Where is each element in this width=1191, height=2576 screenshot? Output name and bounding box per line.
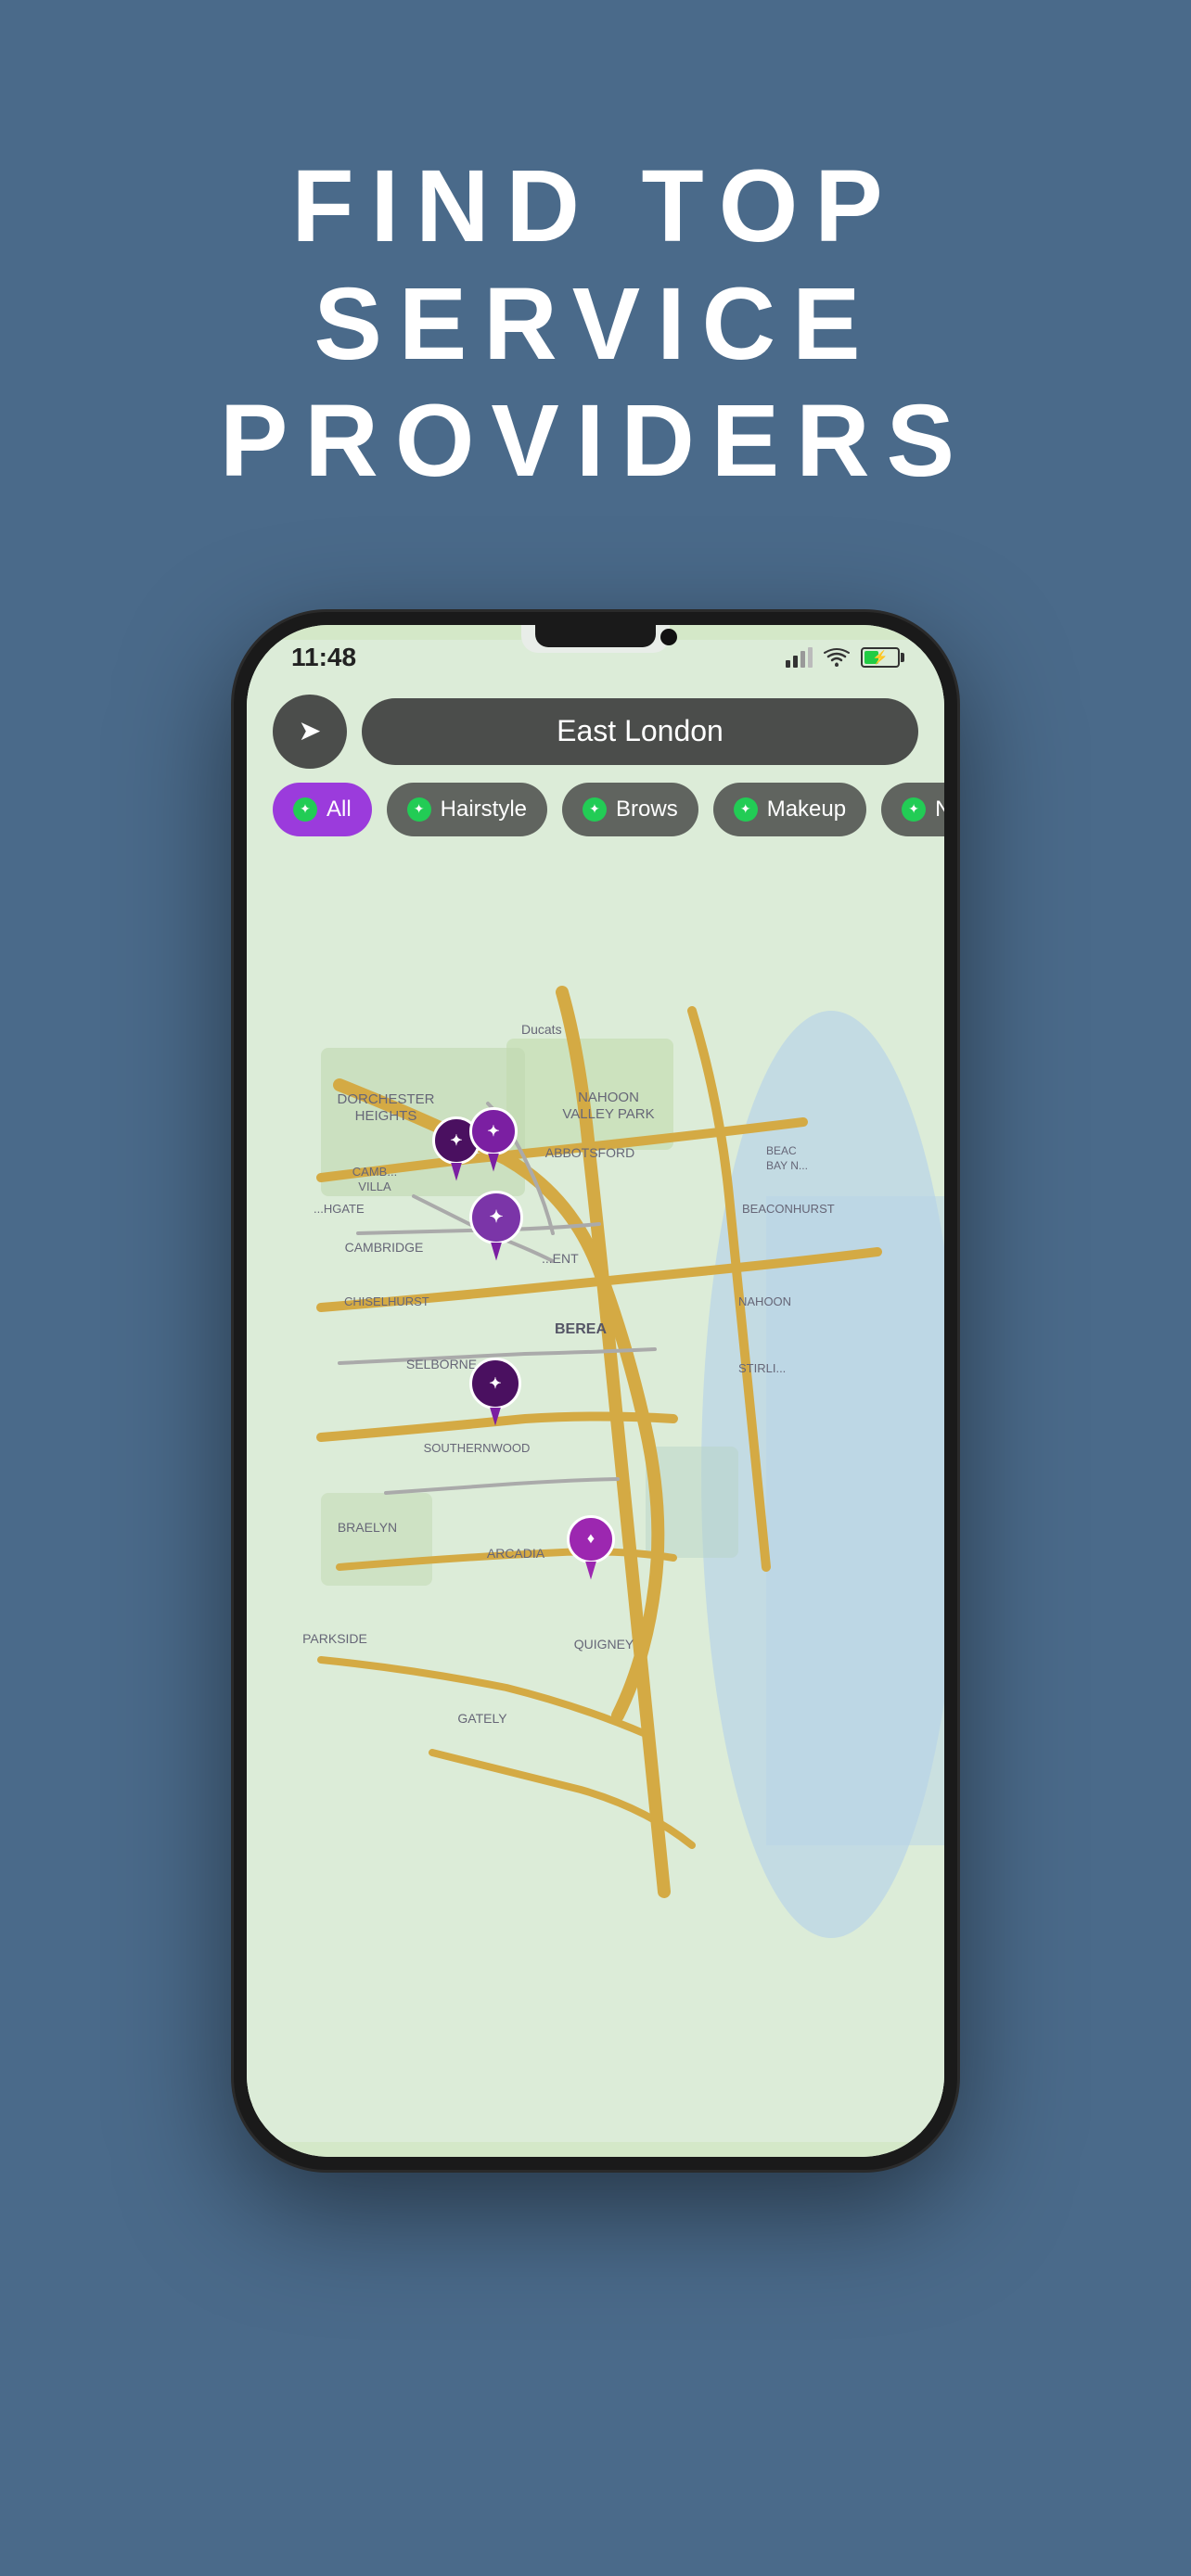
status-icons: ⚡ <box>786 647 900 668</box>
filter-chip-nails[interactable]: ✦ Na... <box>881 783 944 836</box>
svg-text:BRAELYN: BRAELYN <box>338 1520 397 1535</box>
svg-text:GATELY: GATELY <box>457 1711 507 1726</box>
hero-title-line1: FIND TOP <box>291 149 899 263</box>
map-marker-3[interactable]: ✦ <box>469 1191 523 1261</box>
svg-text:BEREA: BEREA <box>555 1321 607 1337</box>
filter-chip-hairstyle[interactable]: ✦ Hairstyle <box>387 783 547 836</box>
svg-text:BEACONHURST: BEACONHURST <box>742 1202 835 1216</box>
chip-icon-hairstyle: ✦ <box>407 797 431 822</box>
chip-label-hairstyle: Hairstyle <box>441 797 527 823</box>
chip-label-brows: Brows <box>616 797 678 823</box>
svg-text:NAHOON: NAHOON <box>738 1294 791 1308</box>
battery-bolt: ⚡ <box>872 649 888 665</box>
location-pill[interactable]: East London <box>362 698 918 765</box>
speaker-bar <box>535 625 656 647</box>
signal-bar-2 <box>793 656 798 668</box>
chip-icon-nails: ✦ <box>902 797 926 822</box>
phone-container: DORCHESTER HEIGHTS NAHOON VALLEY PARK AB… <box>0 575 1191 2170</box>
svg-text:BAY N...: BAY N... <box>766 1159 808 1172</box>
map-marker-5[interactable]: ♦ <box>567 1515 615 1580</box>
chip-icon-all: ✦ <box>293 797 317 822</box>
svg-text:QUIGNEY: QUIGNEY <box>574 1637 634 1651</box>
svg-text:SOUTHERNWOOD: SOUTHERNWOOD <box>424 1441 531 1455</box>
front-camera <box>660 629 677 645</box>
battery-icon: ⚡ <box>861 647 900 668</box>
svg-text:HEIGHTS: HEIGHTS <box>355 1108 417 1124</box>
svg-text:...HGATE: ...HGATE <box>314 1202 365 1216</box>
signal-icon <box>786 647 813 668</box>
chip-icon-makeup: ✦ <box>734 797 758 822</box>
chip-label-nails: Na... <box>935 797 944 823</box>
map-marker-4[interactable]: ✦ <box>469 1358 521 1426</box>
hero-title-line2: SERVICE <box>314 267 877 381</box>
svg-text:BEAC: BEAC <box>766 1144 797 1157</box>
svg-text:...ENT: ...ENT <box>542 1251 579 1266</box>
svg-text:CHISELHURST: CHISELHURST <box>344 1294 429 1308</box>
svg-text:CAMB...: CAMB... <box>352 1165 397 1179</box>
map-svg: DORCHESTER HEIGHTS NAHOON VALLEY PARK AB… <box>247 625 944 2157</box>
svg-text:SELBORNE: SELBORNE <box>406 1357 477 1371</box>
signal-bar-4 <box>808 647 813 668</box>
filter-chip-brows[interactable]: ✦ Brows <box>562 783 698 836</box>
location-button[interactable]: ➤ <box>273 695 347 769</box>
svg-text:VILLA: VILLA <box>358 1180 391 1193</box>
svg-text:ABBOTSFORD: ABBOTSFORD <box>545 1145 634 1160</box>
filter-chip-all[interactable]: ✦ All <box>273 783 372 836</box>
hero-title: FIND TOP SERVICE PROVIDERS <box>220 148 971 501</box>
location-text: East London <box>557 714 724 748</box>
svg-text:NAHOON: NAHOON <box>578 1090 639 1105</box>
svg-text:STIRLI...: STIRLI... <box>738 1361 786 1375</box>
svg-text:Ducats: Ducats <box>521 1022 562 1037</box>
location-arrow-icon: ➤ <box>298 715 321 747</box>
svg-text:CAMBRIDGE: CAMBRIDGE <box>345 1240 424 1255</box>
filter-chip-makeup[interactable]: ✦ Makeup <box>713 783 866 836</box>
signal-bar-3 <box>800 651 805 668</box>
map-area: DORCHESTER HEIGHTS NAHOON VALLEY PARK AB… <box>247 625 944 2157</box>
chip-label-makeup: Makeup <box>767 797 846 823</box>
svg-text:VALLEY PARK: VALLEY PARK <box>562 1106 654 1122</box>
status-time: 11:48 <box>291 643 356 672</box>
phone-screen: DORCHESTER HEIGHTS NAHOON VALLEY PARK AB… <box>247 625 944 2157</box>
filter-chips: ✦ All ✦ Hairstyle ✦ Brows ✦ Makeup <box>273 783 944 836</box>
hero-section: FIND TOP SERVICE PROVIDERS <box>0 0 1191 575</box>
location-bar-container: ➤ East London <box>273 695 918 769</box>
chip-label-all: All <box>327 797 352 823</box>
chip-icon-brows: ✦ <box>583 797 607 822</box>
map-marker-2[interactable]: ✦ <box>469 1107 518 1172</box>
signal-bar-1 <box>786 660 790 668</box>
svg-text:DORCHESTER: DORCHESTER <box>337 1091 434 1107</box>
wifi-icon <box>824 647 850 668</box>
phone-shell: DORCHESTER HEIGHTS NAHOON VALLEY PARK AB… <box>234 612 957 2170</box>
svg-text:PARKSIDE: PARKSIDE <box>302 1631 367 1646</box>
hero-title-line3: PROVIDERS <box>220 384 971 498</box>
svg-text:ARCADIA: ARCADIA <box>487 1546 545 1561</box>
phone-wrapper: DORCHESTER HEIGHTS NAHOON VALLEY PARK AB… <box>234 612 957 2170</box>
